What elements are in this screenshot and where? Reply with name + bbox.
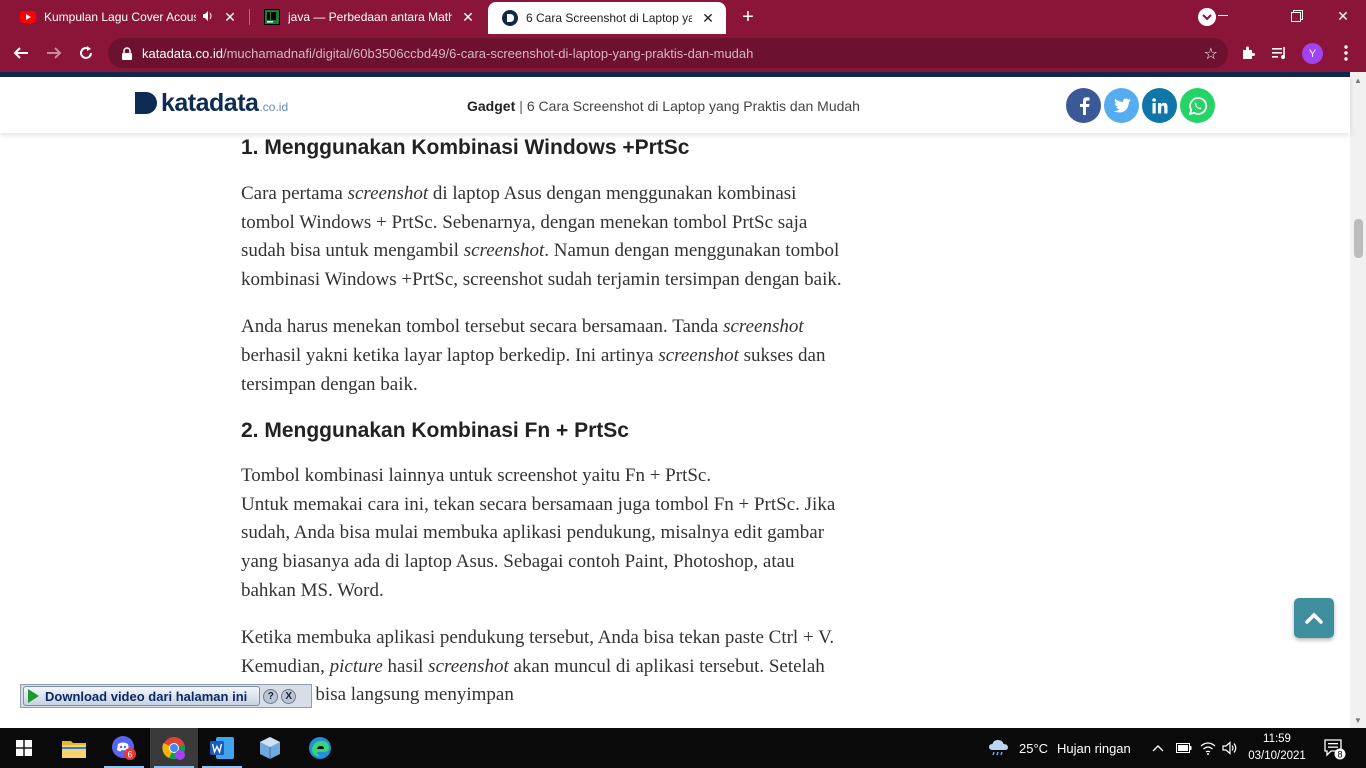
tab-katadata[interactable]: 6 Cara Screenshot di Laptop yang ✕ [488,2,726,34]
section-heading-1: 1. Menggunakan Kombinasi Windows +PrtSc [241,136,690,159]
close-icon[interactable]: X [281,688,297,704]
weather-text: Hujan ringan [1057,740,1131,756]
logo-text: katadata [161,89,259,117]
profile-avatar[interactable]: Y [1302,43,1323,64]
discord-badge: 6 [127,750,132,760]
word-icon[interactable] [198,728,246,768]
wifi-icon[interactable] [1200,728,1216,768]
reload-icon[interactable] [74,41,98,65]
article-body: 1. Menggunakan Kombinasi Windows +PrtSc … [241,133,851,710]
section-heading-2: 2. Menggunakan Kombinasi Fn + PrtSc [241,419,629,443]
site-header: katadata .co.id Gadget | 6 Cara Screenshot… [0,77,1350,133]
close-icon[interactable]: ✕ [460,9,476,25]
logo-tld: .co.id [259,100,289,114]
scroll-down-icon[interactable]: ▼ [1350,712,1366,728]
katadata-logo[interactable]: katadata .co.id [135,89,288,118]
paragraph-2: Anda harus menekan tombol tersebut secar… [241,316,826,395]
new-tab-button[interactable]: + [736,5,760,29]
page-viewport: katadata .co.id Gadget | 6 Cara Screenshot… [0,72,1366,728]
tab-strip: Kumpulan Lagu Cover Acoustic ✕ java — Pe… [0,0,1366,34]
menu-kebab-icon[interactable] [1334,41,1358,65]
twitter-share-icon[interactable] [1104,88,1139,123]
tab-stackoverflow[interactable]: java — Perbedaan antara Math.ri ✕ [250,0,486,34]
restore-icon[interactable] [1274,0,1320,32]
battery-icon[interactable] [1176,728,1192,768]
header-article-title: 6 Cara Screenshot di Laptop yang Praktis… [526,98,860,114]
paragraph-4: Ketika membuka aplikasi pendukung terseb… [241,627,835,706]
close-icon[interactable]: ✕ [222,9,238,25]
url-domain: katadata.co.id [142,45,223,61]
download-video-label: Download video dari halaman ini [45,688,248,704]
lock-icon[interactable] [120,46,134,60]
notification-center-icon[interactable]: 8 [1322,736,1346,760]
weather-widget[interactable]: 25°C Hujan ringan [988,728,1131,768]
windows-taskbar: 6 25°C Hujan ringan 11:59 03/10/2021 8 [0,728,1366,768]
paragraph-1: Cara pertama screenshot di laptop Asus d… [241,183,842,290]
help-icon[interactable]: ? [263,688,279,704]
address-bar[interactable]: katadata.co.id/muchamadnafi/digital/60b3… [108,38,1228,68]
weather-temp: 25°C [1019,740,1049,756]
clock-time: 11:59 [1263,733,1291,745]
chrome-taskbar-icon[interactable] [150,728,198,768]
volume-icon[interactable] [1222,728,1238,768]
browser-toolbar: katadata.co.id/muchamadnafi/digital/60b3… [0,34,1366,72]
linkedin-share-icon[interactable] [1142,88,1177,123]
reading-list-icon[interactable] [1268,41,1292,65]
window-close-icon[interactable]: ✕ [1320,0,1366,32]
forward-icon[interactable] [42,41,66,65]
minimize-icon[interactable] [1200,0,1246,32]
facebook-share-icon[interactable] [1066,88,1101,123]
discord-icon[interactable]: 6 [100,728,148,768]
tab-title: 6 Cara Screenshot di Laptop yang [526,11,692,25]
paragraph-3: Tombol kombinasi lainnya untuk screensho… [241,465,836,601]
show-hidden-icons-icon[interactable] [1152,728,1164,768]
tab-title: java — Perbedaan antara Math.ri [288,10,452,24]
speaker-icon[interactable] [202,10,214,25]
clock-date: 03/10/2021 [1248,750,1306,762]
intellij-icon [264,9,280,25]
download-video-button[interactable]: Download video dari halaman ini [23,686,261,706]
tab-youtube[interactable]: Kumpulan Lagu Cover Acoustic ✕ [6,0,248,34]
rain-cloud-icon [989,740,1008,756]
taskbar-clock[interactable]: 11:59 03/10/2021 [1244,731,1310,765]
whatsapp-share-icon[interactable] [1180,88,1215,123]
katadata-favicon-icon [502,10,518,26]
notification-count: 8 [1337,750,1342,760]
scroll-to-top-button[interactable] [1294,598,1334,638]
windows-start-icon[interactable] [0,728,48,768]
page-scrollbar[interactable]: ▲ ▼ [1350,72,1366,728]
youtube-icon [20,9,36,25]
url-path: /muchamadnafi/digital/60b3506ccbd49/6-ca… [222,45,754,61]
file-explorer-icon[interactable] [50,728,98,768]
back-icon[interactable] [9,41,33,65]
article-breadcrumb: Gadget | 6 Cara Screenshot di Laptop yang … [467,98,860,114]
breadcrumb-separator: | [519,98,523,114]
extensions-icon[interactable] [1236,41,1260,65]
bookmark-star-icon[interactable]: ☆ [1204,44,1218,64]
video-download-bar: Download video dari halaman ini ? X [20,684,312,708]
tab-title: Kumpulan Lagu Cover Acoustic [44,10,196,24]
play-icon [28,689,39,703]
logo-mark-icon [135,92,157,114]
virtualbox-icon[interactable] [246,728,294,768]
scroll-up-icon[interactable]: ▲ [1350,72,1366,88]
close-icon[interactable]: ✕ [700,10,716,26]
scrollbar-thumb[interactable] [1354,219,1363,258]
edge-icon[interactable] [296,728,344,768]
category-link[interactable]: Gadget [467,98,515,114]
